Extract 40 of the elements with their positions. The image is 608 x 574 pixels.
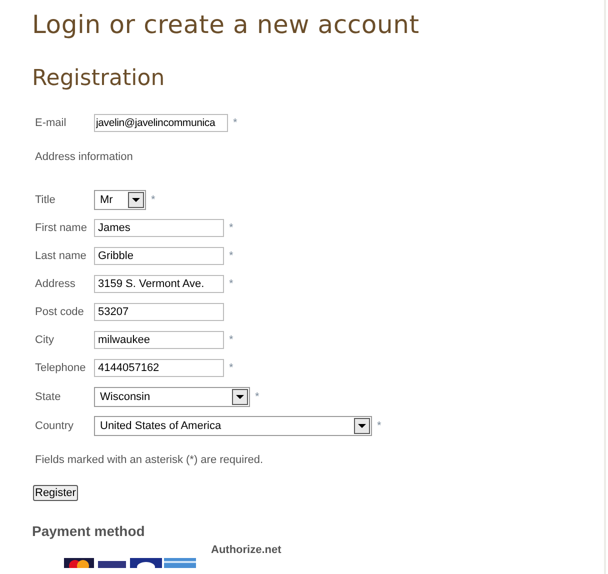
text-field[interactable]: 3159 S. Vermont Ave. — [94, 275, 224, 293]
page-title: Login or create a new account — [32, 10, 420, 41]
field-label: Title — [34, 194, 56, 206]
required-mark: * — [229, 334, 234, 346]
card-logo-icon — [64, 558, 94, 568]
section-title: Registration — [32, 66, 166, 93]
text-field[interactable]: milwaukee — [94, 331, 224, 349]
required-mark: * — [229, 278, 234, 290]
required-mark: * — [229, 222, 234, 234]
field-label: City — [34, 334, 55, 346]
field-label: Last name — [34, 250, 88, 262]
register-button[interactable]: Register — [33, 485, 78, 501]
required-mark: * — [255, 390, 260, 402]
required-mark: * — [377, 420, 382, 432]
field-label: Post code — [34, 306, 85, 318]
field-label: Country — [34, 420, 75, 432]
field-label: E-mail — [34, 117, 68, 129]
required-mark: * — [229, 362, 234, 374]
required-mark: * — [233, 117, 238, 129]
select-field[interactable]: Wisconsin — [94, 386, 250, 406]
field-label: Address — [34, 278, 76, 290]
required-note: Fields marked with an asterisk (*) are required. — [35, 454, 264, 466]
select-field[interactable]: United States of America — [94, 416, 372, 436]
required-mark: * — [229, 250, 234, 262]
select-field[interactable]: Mr — [94, 190, 146, 210]
field-label: State — [34, 390, 62, 402]
email-field[interactable]: javelin@javelincommunica — [94, 114, 228, 132]
required-mark: * — [151, 194, 156, 206]
address-heading: Address information — [34, 151, 134, 163]
text-field[interactable]: 4144057162 — [94, 359, 224, 377]
card-logo-icon — [164, 558, 196, 568]
field-label: First name — [34, 222, 88, 234]
field-label: Telephone — [34, 362, 87, 374]
text-field[interactable]: James — [94, 219, 224, 237]
payment-title: Payment method — [32, 523, 146, 539]
card-logo-icon — [130, 558, 162, 568]
card-logo-icon — [96, 558, 128, 568]
text-field[interactable]: 53207 — [94, 303, 224, 321]
provider-name: Authorize.net — [211, 544, 282, 556]
text-field[interactable]: Gribble — [94, 247, 224, 265]
